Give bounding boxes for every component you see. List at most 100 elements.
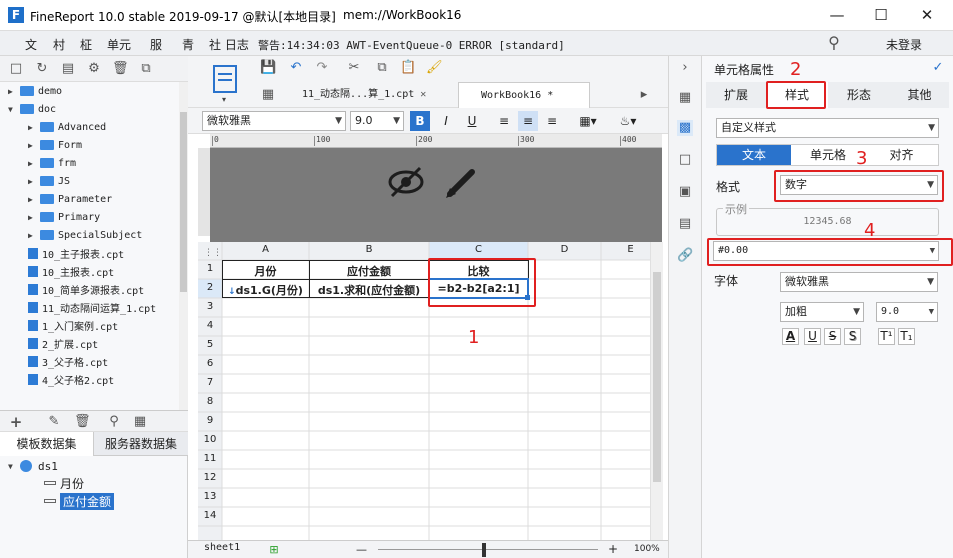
- column-header[interactable]: A: [222, 244, 309, 255]
- cell-b2[interactable]: ds1.求和(应付金额): [309, 282, 429, 298]
- row-header[interactable]: 4: [198, 320, 222, 331]
- edit-pencil-icon[interactable]: [442, 162, 482, 202]
- new-template-icon[interactable]: ▾: [202, 60, 246, 104]
- align-left-button[interactable]: ≡: [494, 111, 514, 131]
- paste-icon[interactable]: 📋: [400, 60, 416, 76]
- column-header[interactable]: B: [309, 244, 429, 255]
- menu-file[interactable]: 文: [25, 36, 37, 53]
- cell-attribute-icon[interactable]: ▩: [677, 120, 693, 136]
- field-amount[interactable]: 应付金额: [44, 492, 115, 510]
- tree-folder-primary[interactable]: ▶ Primary: [28, 208, 100, 226]
- maximize-button[interactable]: ☐: [866, 4, 896, 26]
- italic-button[interactable]: I: [436, 111, 456, 131]
- row-header[interactable]: 10: [198, 434, 222, 445]
- add-sheet-icon[interactable]: ⊞: [266, 542, 282, 558]
- align-center-button[interactable]: ≡: [518, 111, 538, 131]
- row-header[interactable]: 7: [198, 377, 222, 388]
- zoom-slider[interactable]: [378, 549, 598, 550]
- delete-icon[interactable]: 🗑: [112, 61, 129, 77]
- hyperlink-icon[interactable]: 🔗: [677, 248, 693, 264]
- font-color-button[interactable]: A: [782, 328, 799, 345]
- cell-a1[interactable]: 月份: [222, 263, 309, 279]
- menu-server[interactable]: 服: [150, 36, 162, 53]
- subtab-align[interactable]: 对齐: [865, 145, 938, 165]
- row-header[interactable]: 9: [198, 415, 222, 426]
- copy-cell-icon[interactable]: ⧉: [374, 60, 390, 76]
- apply-check-icon[interactable]: ✓: [930, 60, 946, 76]
- cell-a2[interactable]: ↓ds1.G(月份): [222, 282, 309, 298]
- tab-template-11[interactable]: 11_动态隔...算_1.cpt ✕: [280, 82, 456, 108]
- column-header[interactable]: C: [429, 244, 528, 255]
- shadow-button[interactable]: S: [844, 328, 861, 345]
- settings-icon[interactable]: ⚙: [86, 61, 102, 77]
- refresh-icon[interactable]: ↻: [34, 61, 50, 77]
- row-header[interactable]: 8: [198, 396, 222, 407]
- row-header[interactable]: 14: [198, 510, 222, 521]
- font-weight-select[interactable]: 加粗 ▼: [780, 302, 864, 322]
- minimize-button[interactable]: —: [822, 4, 852, 26]
- underline-style-button[interactable]: U: [804, 328, 821, 345]
- tab-shape[interactable]: 形态: [828, 82, 890, 108]
- tree-folder-parameter[interactable]: ▶ Parameter: [28, 190, 112, 208]
- strikethrough-button[interactable]: S: [824, 328, 841, 345]
- style-select[interactable]: 自定义样式 ▼: [716, 118, 939, 138]
- cut-icon[interactable]: ✂: [346, 60, 362, 76]
- collapse-panel-icon[interactable]: ›: [677, 60, 693, 76]
- tree-file[interactable]: 10_主报表.cpt: [28, 262, 114, 280]
- add-dataset-icon[interactable]: +: [8, 414, 24, 430]
- tree-file[interactable]: 1_入门案例.cpt: [28, 316, 118, 334]
- column-header[interactable]: D: [528, 244, 601, 255]
- menu-log[interactable]: 社 日志: [209, 36, 249, 53]
- tab-server-dataset[interactable]: 服务器数据集: [94, 432, 188, 456]
- row-header[interactable]: 11: [198, 453, 222, 464]
- edit-icon[interactable]: ✎: [46, 414, 62, 430]
- tree-scrollbar[interactable]: [179, 82, 188, 412]
- open-icon[interactable]: ▤: [60, 61, 76, 77]
- align-right-button[interactable]: ≡: [542, 111, 562, 131]
- bold-button[interactable]: B: [410, 111, 430, 131]
- tab-expand[interactable]: 扩展: [706, 82, 766, 108]
- row-header[interactable]: 3: [198, 301, 222, 312]
- field-month[interactable]: 月份: [44, 474, 84, 492]
- new-folder-icon[interactable]: □: [8, 61, 24, 77]
- menu-cell[interactable]: 单元: [107, 36, 131, 53]
- widget-icon[interactable]: ▣: [677, 184, 693, 200]
- tree-file[interactable]: 3_父子格.cpt: [28, 352, 108, 370]
- condition-icon[interactable]: ▤: [677, 216, 693, 232]
- tree-file[interactable]: 2_扩展.cpt: [28, 334, 98, 352]
- tree-folder-demo[interactable]: ▶ demo: [8, 82, 62, 100]
- tree-file[interactable]: 10_简单多源报表.cpt: [28, 280, 144, 298]
- warning-text[interactable]: 警告:14:34:03 AWT-EventQueue-0 ERROR [stan…: [258, 37, 565, 53]
- font-select[interactable]: 微软雅黑 ▼: [780, 272, 938, 292]
- close-button[interactable]: ✕: [912, 4, 942, 26]
- underline-button[interactable]: U: [462, 111, 482, 131]
- dataset-settings-icon[interactable]: ▦: [132, 414, 148, 430]
- row-header[interactable]: 12: [198, 472, 222, 483]
- font-size-input[interactable]: 9.0 ▼: [876, 302, 938, 322]
- row-header[interactable]: 1: [198, 263, 222, 274]
- row-header[interactable]: 5: [198, 339, 222, 350]
- tree-file[interactable]: 11_动态隔间运算_1.cpt: [28, 298, 156, 316]
- row-header[interactable]: 13: [198, 491, 222, 502]
- copy-icon[interactable]: ⧉: [138, 61, 154, 77]
- row-header[interactable]: 2: [198, 282, 222, 293]
- preview-icon[interactable]: ⚲: [106, 414, 122, 430]
- sheet-tab[interactable]: sheet1: [204, 542, 240, 553]
- dataset-ds1[interactable]: ▼ ds1: [8, 457, 58, 475]
- tab-workbook16[interactable]: WorkBook16 *: [458, 82, 590, 108]
- tab-template-dataset[interactable]: 模板数据集: [0, 432, 94, 456]
- fill-color-button[interactable]: ♨▾: [612, 111, 644, 131]
- zoom-out-button[interactable]: —: [356, 543, 367, 556]
- format-painter-icon[interactable]: 🖌: [426, 60, 443, 76]
- menu-insert[interactable]: 柾: [80, 36, 92, 53]
- cell-element-icon[interactable]: ▦: [677, 90, 693, 106]
- menu-template[interactable]: 村: [53, 36, 65, 53]
- tree-folder-js[interactable]: ▶ JS: [28, 172, 70, 190]
- tree-folder-form[interactable]: ▶ Form: [28, 136, 82, 154]
- float-element-icon[interactable]: □: [677, 152, 693, 168]
- tree-file[interactable]: 4_父子格2.cpt: [28, 370, 114, 388]
- row-header[interactable]: 6: [198, 358, 222, 369]
- delete-dataset-icon[interactable]: 🗑: [74, 414, 91, 430]
- cell-b1[interactable]: 应付金额: [309, 263, 429, 279]
- zoom-in-button[interactable]: +: [608, 542, 618, 556]
